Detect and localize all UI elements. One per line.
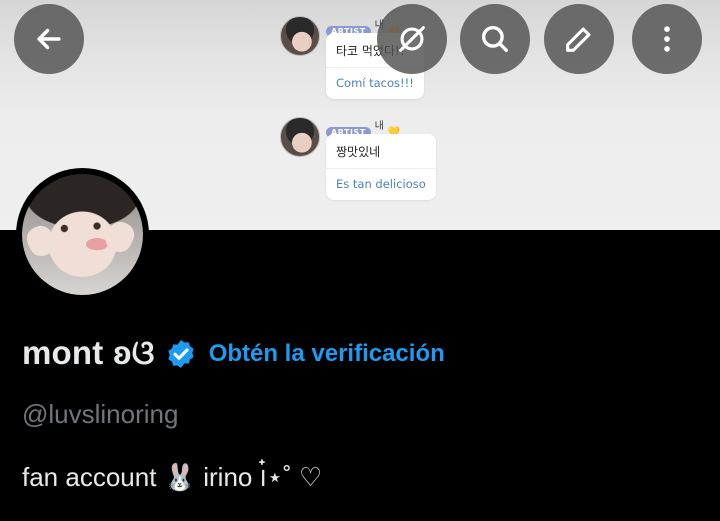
avatar[interactable]	[16, 168, 149, 301]
edit-button[interactable]	[544, 4, 614, 74]
avatar-image	[22, 174, 143, 295]
edit-icon	[566, 27, 591, 52]
chat-translation-text: Es tan delicioso	[336, 177, 426, 191]
display-name: mont ʚଓ	[22, 334, 155, 371]
grok-icon	[399, 26, 425, 52]
back-button[interactable]	[14, 4, 84, 74]
more-button[interactable]	[632, 4, 702, 74]
search-button[interactable]	[460, 4, 530, 74]
chat-avatar	[280, 117, 320, 157]
verified-badge-icon[interactable]	[165, 338, 197, 370]
chat-avatar	[280, 16, 320, 56]
chat-bubble: 짱맛있네 Es tan delicioso	[326, 134, 436, 200]
grok-button[interactable]	[377, 4, 447, 74]
get-verified-link[interactable]: Obtén la verificación	[209, 340, 445, 368]
user-handle: @luvslinoring	[22, 399, 179, 429]
search-icon	[481, 25, 509, 53]
arrow-left-icon	[37, 28, 61, 50]
name-row: mont ʚଓ Obtén la verificación	[22, 334, 445, 373]
chat-original-text: 짱맛있네	[326, 134, 436, 169]
bio: fan account 🐰 irino ౹๋⋆˚ ♡	[22, 462, 323, 492]
more-vertical-icon	[664, 26, 670, 52]
